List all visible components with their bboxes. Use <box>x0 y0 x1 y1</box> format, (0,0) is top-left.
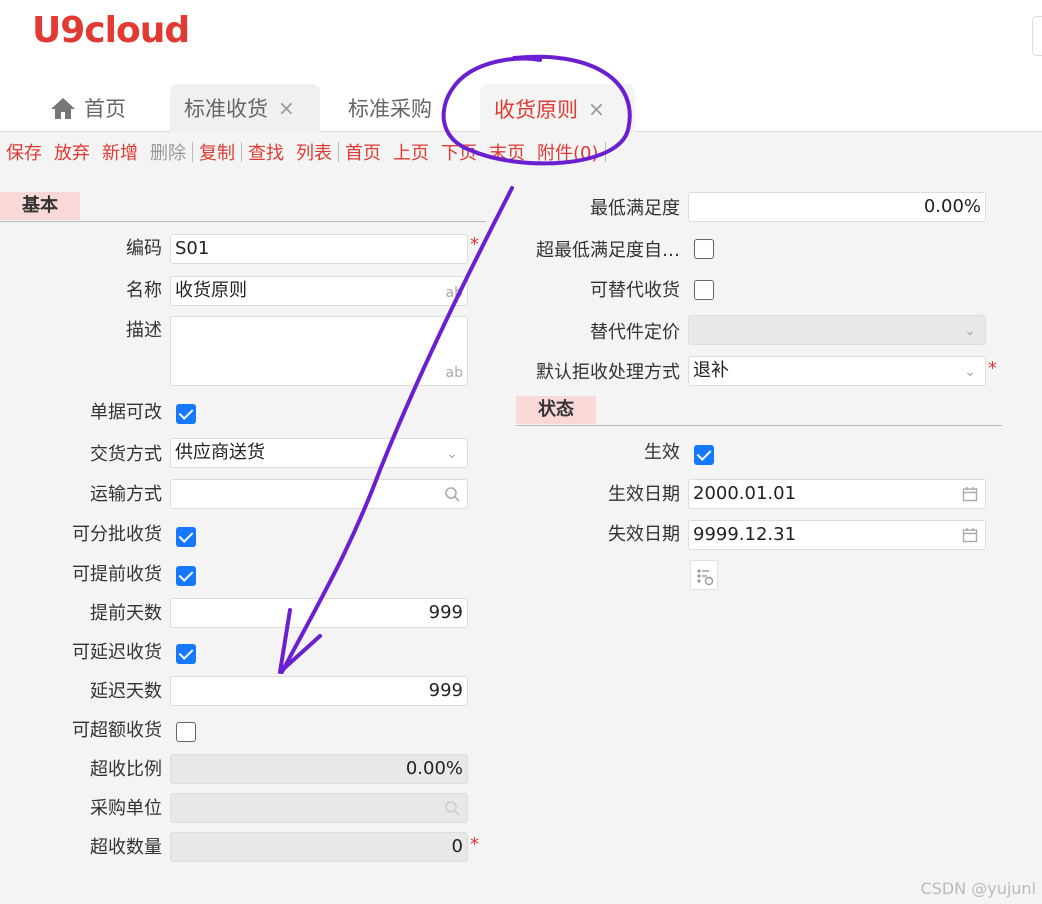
description-field[interactable]: ab <box>170 316 468 386</box>
search-icon[interactable] <box>443 800 461 818</box>
attachments-button[interactable]: 附件(0) <box>531 139 605 165</box>
default-reject-label: 默认拒收处理方式 <box>536 362 680 383</box>
close-icon[interactable]: × <box>588 97 605 121</box>
top-bar: U9cloud <box>0 0 1042 80</box>
late-receipt-checkbox[interactable] <box>176 644 196 664</box>
tab-receipt-principle[interactable]: 收货原则 × <box>480 84 635 133</box>
default-reject-value: 退补 <box>693 360 729 381</box>
effective-checkbox[interactable] <box>694 445 714 465</box>
tab-receipt-principle-label: 收货原则 <box>494 97 578 122</box>
section-status: 状态 <box>516 396 1002 426</box>
substitute-price-select[interactable]: ⌄ <box>688 315 986 345</box>
first-page-button[interactable]: 首页 <box>339 139 387 165</box>
over-quantity-label: 超收数量 <box>90 837 162 858</box>
search-icon[interactable] <box>443 486 461 504</box>
name-field[interactable]: 收货原则 ab <box>170 276 468 306</box>
prev-page-button[interactable]: 上页 <box>387 139 435 165</box>
new-button[interactable]: 新增 <box>96 139 144 165</box>
section-basic: 基本 <box>0 192 486 222</box>
late-receipt-label: 可延迟收货 <box>72 642 162 663</box>
section-basic-label: 基本 <box>0 192 80 220</box>
toolbar: 保存 放弃 新增 删除 复制 查找 列表 首页 上页 下页 末页 附件(0) <box>0 136 1042 168</box>
partial-receipt-label: 可分批收货 <box>72 524 162 545</box>
description-label: 描述 <box>126 320 162 341</box>
find-button[interactable]: 查找 <box>242 139 290 165</box>
substitute-price-label: 替代件定价 <box>590 322 680 343</box>
save-button[interactable]: 保存 <box>0 139 48 165</box>
effective-date-value: 2000.01.01 <box>693 483 797 504</box>
tab-standard-purchase-label: 标准采购 <box>348 97 432 121</box>
tab-standard-receipt[interactable]: 标准收货 × <box>170 84 320 132</box>
delivery-method-label: 交货方式 <box>90 444 162 465</box>
last-page-button[interactable]: 末页 <box>483 139 531 165</box>
late-days-label: 延迟天数 <box>90 681 162 702</box>
min-satisfaction-label: 最低满足度 <box>590 198 680 219</box>
over-quantity-field[interactable]: 0 <box>170 832 468 862</box>
over-receipt-checkbox[interactable] <box>176 722 196 742</box>
expiry-date-label: 失效日期 <box>608 524 680 545</box>
transport-method-label: 运输方式 <box>90 484 162 505</box>
code-field[interactable]: S01 <box>170 234 468 264</box>
early-receipt-label: 可提前收货 <box>72 564 162 585</box>
min-satisfaction-field[interactable]: 0.00% <box>688 192 986 222</box>
text-type-icon: ab <box>445 365 463 381</box>
substitute-receipt-checkbox[interactable] <box>694 280 714 300</box>
tab-standard-purchase[interactable]: 标准采购 <box>334 84 464 132</box>
expiry-date-value: 9999.12.31 <box>693 524 797 545</box>
early-days-field[interactable]: 999 <box>170 598 468 628</box>
code-label: 编码 <box>126 238 162 259</box>
required-mark: * <box>988 358 997 379</box>
purchase-unit-label: 采购单位 <box>90 798 162 819</box>
late-days-field[interactable]: 999 <box>170 676 468 706</box>
tab-home-label: 首页 <box>84 97 126 121</box>
over-ratio-label: 超收比例 <box>90 759 162 780</box>
tab-bar: 首页 标准收货 × 标准采购 收货原则 × <box>0 80 1042 133</box>
top-right-button[interactable] <box>1032 16 1042 56</box>
effective-date-field[interactable]: 2000.01.01 <box>688 479 986 509</box>
chevron-down-icon: ⌄ <box>964 323 976 339</box>
toolbar-divider <box>604 142 606 162</box>
purchase-unit-field[interactable] <box>170 793 468 823</box>
delivery-method-value: 供应商送货 <box>175 442 265 463</box>
tab-home[interactable]: 首页 <box>36 84 140 132</box>
next-page-button[interactable]: 下页 <box>435 139 483 165</box>
default-reject-select[interactable]: 退补 ⌄ <box>688 356 986 386</box>
over-min-satisfaction-label: 超最低满足度自… <box>536 240 680 261</box>
text-type-icon: ab <box>445 285 463 301</box>
delivery-method-select[interactable]: 供应商送货 ⌄ <box>170 438 468 468</box>
name-label: 名称 <box>126 280 162 301</box>
expiry-date-field[interactable]: 9999.12.31 <box>688 520 986 550</box>
watermark: CSDN @yujunl <box>920 879 1036 898</box>
required-mark: * <box>470 834 479 855</box>
effective-label: 生效 <box>644 442 680 463</box>
doc-editable-checkbox[interactable] <box>176 404 196 424</box>
discard-button[interactable]: 放弃 <box>48 139 96 165</box>
transport-method-field[interactable] <box>170 479 468 509</box>
required-mark: * <box>470 234 479 255</box>
calendar-icon[interactable] <box>961 527 979 545</box>
early-receipt-checkbox[interactable] <box>176 566 196 586</box>
calendar-icon[interactable] <box>961 486 979 504</box>
substitute-receipt-label: 可替代收货 <box>590 280 680 301</box>
doc-editable-label: 单据可改 <box>90 402 162 423</box>
effective-date-label: 生效日期 <box>608 484 680 505</box>
over-ratio-field[interactable]: 0.00% <box>170 754 468 784</box>
name-value: 收货原则 <box>175 280 247 301</box>
app-logo[interactable]: U9cloud <box>32 10 190 51</box>
over-receipt-label: 可超额收货 <box>72 720 162 741</box>
home-icon <box>51 98 75 119</box>
early-days-label: 提前天数 <box>90 603 162 624</box>
list-button[interactable]: 列表 <box>290 139 338 165</box>
tab-standard-receipt-label: 标准收货 <box>184 97 268 121</box>
partial-receipt-checkbox[interactable] <box>176 527 196 547</box>
chevron-down-icon: ⌄ <box>446 446 458 462</box>
copy-button[interactable]: 复制 <box>193 139 241 165</box>
section-status-label: 状态 <box>516 396 596 424</box>
close-icon[interactable]: × <box>278 96 295 120</box>
delete-button[interactable]: 删除 <box>144 139 192 165</box>
chevron-down-icon: ⌄ <box>964 364 976 380</box>
over-min-satisfaction-checkbox[interactable] <box>694 239 714 259</box>
list-settings-icon[interactable] <box>690 560 718 590</box>
